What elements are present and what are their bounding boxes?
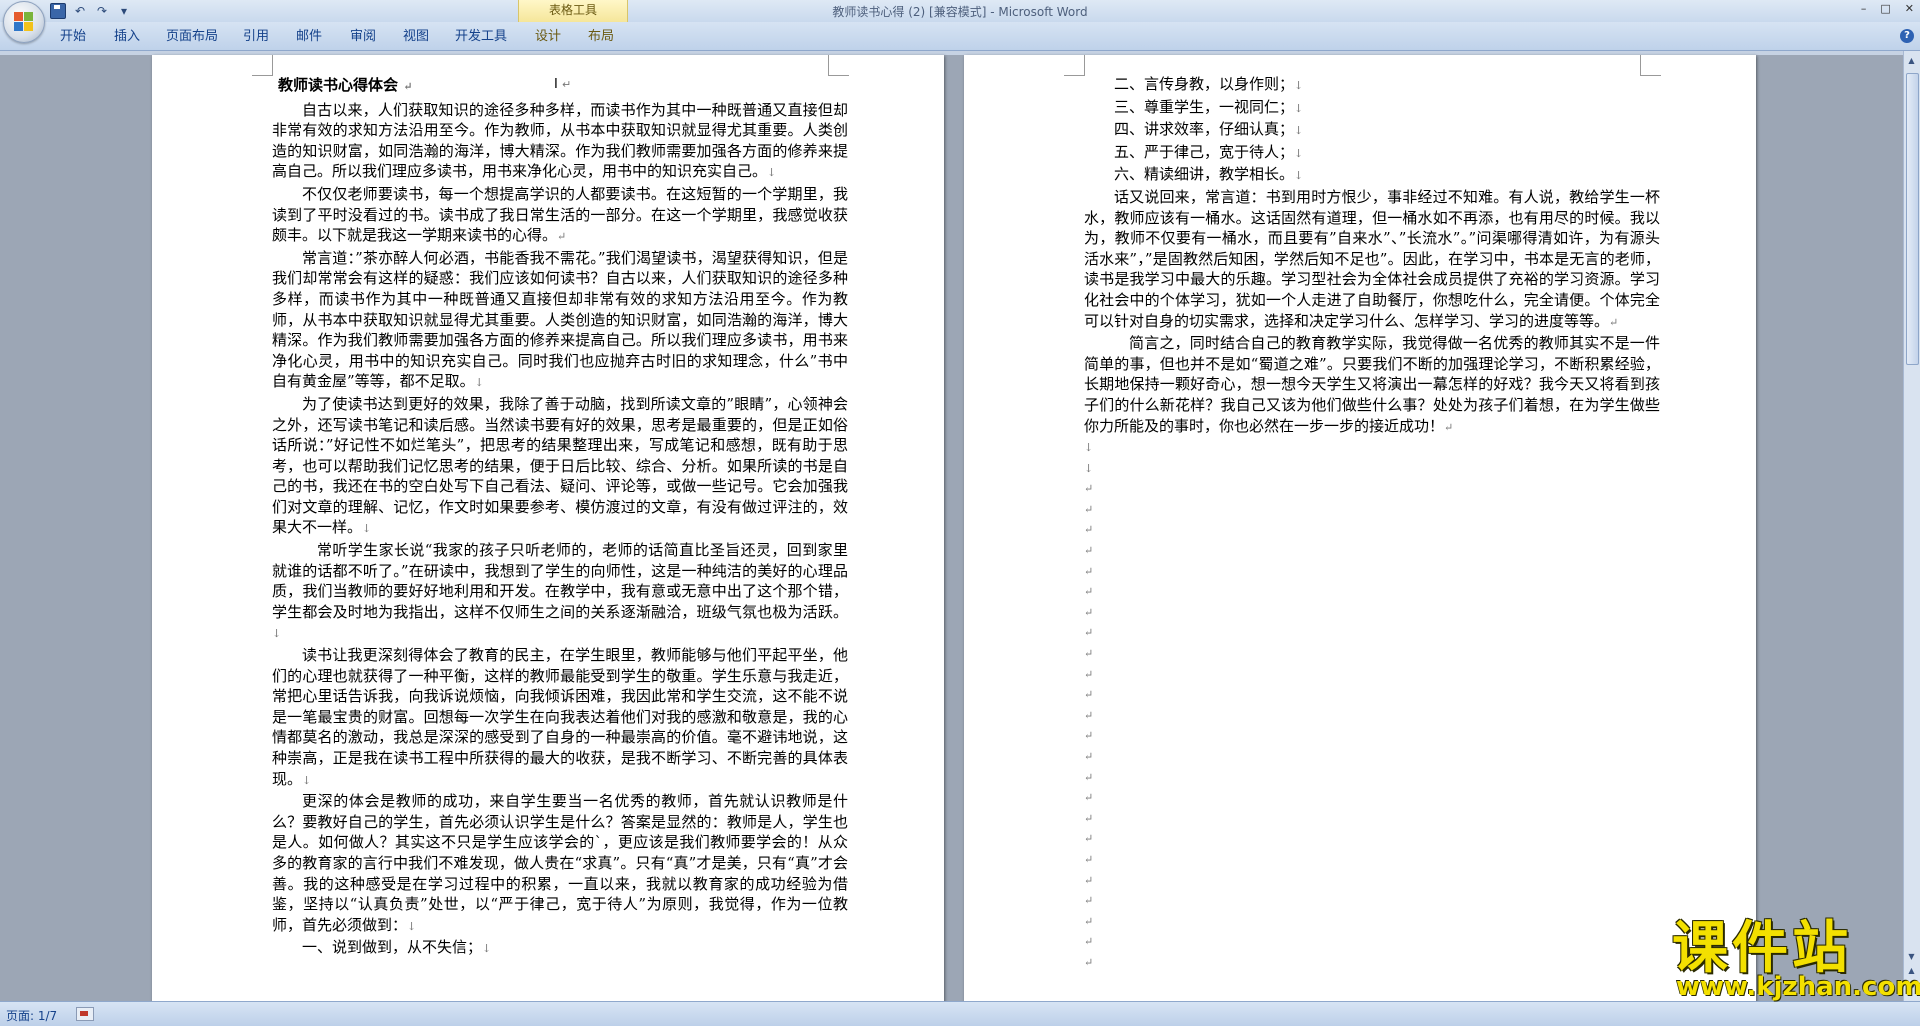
window-controls: – □ ✕ [1861, 2, 1914, 15]
paragraph-mark: ↵ [1084, 482, 1094, 496]
status-bar: 页面: 1/7 [0, 1001, 1920, 1026]
redo-icon[interactable]: ↷ [94, 3, 110, 19]
tab-mailings[interactable]: 邮件 [296, 28, 322, 46]
list-item: 四、讲求效率，仔细认真；↓ [1114, 120, 1304, 139]
paragraph-mark: ↵ [1084, 750, 1094, 763]
paragraph-mark: ↵ [1084, 770, 1094, 784]
paragraph: 话又说回来，常言道：书到用时方恨少，事非经过不知难。有人说，教给学生一杯水，教师… [1084, 187, 1660, 330]
maximize-button[interactable]: □ [1880, 2, 1890, 15]
paragraph-mark: ↵ [1084, 873, 1094, 887]
paragraph-mark: ↵ [1084, 544, 1094, 558]
proofing-icon[interactable] [76, 1007, 94, 1021]
paragraph: 简言之，同时结合自己的教育教学实际，我觉得做一名优秀的教师其实不是一件简单的事，… [1084, 334, 1660, 435]
undo-icon[interactable]: ↶ [72, 3, 88, 19]
list-item: 五、严于律己，宽于待人；↓ [1114, 142, 1304, 161]
minimize-button[interactable]: – [1861, 2, 1867, 15]
help-icon[interactable]: ? [1900, 29, 1914, 43]
paragraph-mark: ↵ [1084, 708, 1094, 722]
tab-references[interactable]: 引用 [243, 28, 269, 46]
page-count-status[interactable]: 页面: 1/7 [6, 1007, 57, 1024]
paragraph-mark: ↵ [1084, 667, 1094, 681]
paragraph-mark: ↵ [1084, 564, 1094, 578]
window-title: 教师读书心得 (2) [兼容模式] - Microsoft Word [832, 5, 1088, 19]
office-button[interactable] [3, 1, 45, 43]
office-logo-icon [14, 12, 34, 32]
paragraph-mark: ↵ [1084, 647, 1094, 661]
document-title: 教师读书心得体会 ↵ [278, 76, 413, 94]
quick-access-toolbar: ↶ ↷ ▾ [50, 3, 132, 19]
paragraph: 常言道：”茶亦醉人何必酒，书能香我不需花。”我们渴望读书，渴望获得知识，但是我们… [272, 248, 848, 391]
paragraph-mark: ↓ [1084, 441, 1094, 455]
customize-icon[interactable]: ▾ [116, 3, 132, 19]
paragraph-mark: ↵ [1084, 626, 1094, 640]
crop-mark [1640, 55, 1661, 76]
paragraph-mark: ↵ [1084, 811, 1094, 825]
list-item: 二、言传身教，以身作则；↓ [1114, 75, 1304, 93]
paragraph: 为了使读书达到更好的效果，我除了善于动脑，找到所读文章的”眼睛”，心领神会之外，… [272, 394, 848, 537]
page-1-text[interactable]: 教师读书心得体会 ↵ 自古以来，人们获取知识的途径多种多样，而读书作为其中一种既… [272, 75, 848, 960]
document-page-1[interactable]: I ↵ 教师读书心得体会 ↵ 自古以来，人们获取知识的途径多种多样，而读书作为其… [152, 55, 944, 1001]
scrollbar-thumb[interactable] [1906, 73, 1919, 365]
tab-page-layout[interactable]: 页面布局 [166, 28, 218, 46]
tab-home[interactable]: 开始 [60, 28, 86, 46]
tab-insert[interactable]: 插入 [114, 28, 140, 46]
paragraph-mark: ↓ [1084, 461, 1094, 475]
paragraph-mark: ↵ [1084, 852, 1094, 866]
save-icon[interactable] [50, 3, 66, 19]
site-watermark: 课件站 www.kjzhan.com [1672, 916, 1920, 1003]
paragraph-mark: ↵ [1084, 729, 1094, 743]
paragraph-mark: ↵ [1084, 791, 1094, 805]
paragraph-mark: ↵ [1084, 914, 1094, 928]
paragraph-mark: ↵ [1084, 523, 1094, 537]
paragraph-mark: ↵ [1084, 502, 1094, 516]
tab-design[interactable]: 设计 [535, 28, 561, 46]
scroll-up-icon[interactable]: ▲ [1906, 55, 1917, 66]
paragraph-mark: ↵ [1084, 832, 1094, 846]
paragraph: 常听学生家长说“我家的孩子只听老师的，老师的话简直比圣旨还灵，回到家里就谁的话都… [272, 541, 848, 641]
paragraph: 自古以来，人们获取知识的途径多种多样，而读书作为其中一种既普通又直接但却非常有效… [272, 100, 848, 181]
page-2-text[interactable]: 二、言传身教，以身作则；↓ 三、尊重学生，一视同仁；↓ 四、讲求效率，仔细认真；… [1084, 74, 1660, 974]
paragraph-mark: ↵ [1084, 688, 1094, 702]
tab-developer[interactable]: 开发工具 [455, 28, 507, 46]
vertical-scrollbar[interactable]: ▲ ▼ ▲ ● [1903, 51, 1920, 1001]
watermark-url: www.kjzhan.com [1676, 972, 1920, 1002]
paragraph-mark: ↵ [1084, 935, 1094, 949]
tab-layout[interactable]: 布局 [588, 28, 614, 46]
tab-view[interactable]: 视图 [403, 28, 429, 46]
paragraph: 不仅仅老师要读书，每一个想提高学识的人都要读书。在这短暂的一个学期里，我读到了平… [272, 184, 848, 245]
list-item: 六、精读细讲，教学相长。↓ [1114, 165, 1304, 184]
tab-review[interactable]: 审阅 [350, 28, 376, 46]
paragraph-mark: ↵ [1084, 894, 1094, 908]
crop-mark [828, 55, 849, 76]
list-item: 一、说到做到，从不失信；↓ [302, 938, 492, 957]
document-page-2[interactable]: 二、言传身教，以身作则；↓ 三、尊重学生，一视同仁；↓ 四、讲求效率，仔细认真；… [964, 55, 1756, 1001]
paragraph-mark: ↵ [1084, 585, 1094, 599]
empty-paragraph-marks: ↓ ↓ ↵ ↵ ↵ ↵ ↵ ↵ ↵ ↵ ↵ ↵ ↵ ↵ ↵ ↵ ↵ ↵ ↵ ↵ ↵ ↵ ↵ ↵ ↵ ↵ [1084, 438, 1660, 973]
crop-mark [252, 55, 273, 76]
ribbon-tab-bar: 开始 插入 页面布局 引用 邮件 审阅 视图 开发工具 设计 布局 [0, 22, 1920, 51]
crop-mark [1064, 55, 1085, 76]
watermark-brand: 课件站 [1672, 916, 1852, 981]
paragraph-mark: ↵ [1084, 955, 1094, 969]
close-button[interactable]: ✕ [1905, 2, 1914, 15]
document-workspace: I ↵ 教师读书心得体会 ↵ 自古以来，人们获取知识的途径多种多样，而读书作为其… [0, 51, 1904, 1001]
paragraph: 读书让我更深刻得体会了教育的民主，在学生眼里，教师能够与他们平起平坐，他们的心理… [272, 646, 848, 788]
title-bar: 表格工具 教师读书心得 (2) [兼容模式] - Microsoft Word … [0, 0, 1920, 22]
list-item: 三、尊重学生，一视同仁；↓ [1114, 97, 1304, 116]
paragraph-mark: ↵ [1084, 605, 1094, 619]
paragraph: 更深的体会是教师的成功，来自学生要当一名优秀的教师，首先就认识教师是什么？要教好… [272, 792, 848, 934]
